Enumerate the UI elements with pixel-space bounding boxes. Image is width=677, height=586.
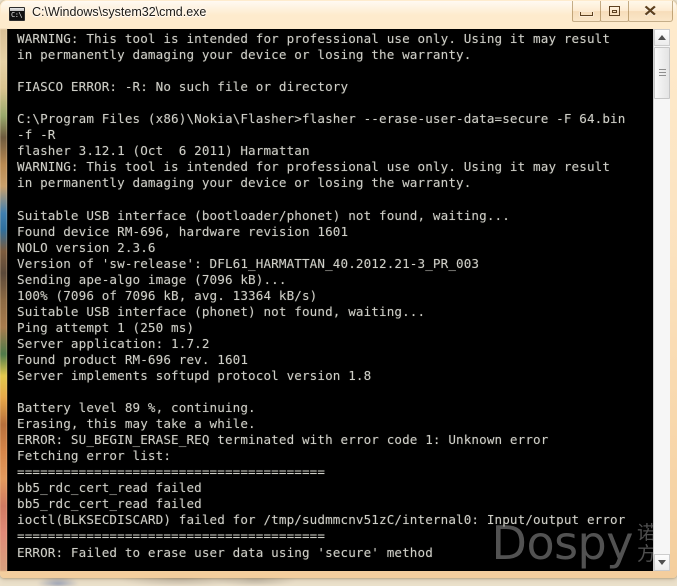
scrollbar-track[interactable]: [654, 46, 670, 554]
minimize-button[interactable]: [572, 1, 601, 22]
cmd-exe-icon: C:\: [9, 7, 25, 21]
scrollbar-down-button[interactable]: [654, 554, 670, 571]
scrollbar-grip-icon: [659, 69, 666, 76]
title-bar[interactable]: C:\ C:\Windows\system32\cmd.exe ✕: [0, 0, 677, 28]
icon-prompt-text: C:\: [11, 11, 23, 19]
maximize-icon: [601, 1, 628, 21]
window-left-edge-reflection: [0, 29, 7, 571]
maximize-button[interactable]: [600, 1, 629, 22]
console-client-area[interactable]: WARNING: This tool is intended for profe…: [7, 29, 670, 571]
close-icon: ✕: [643, 2, 658, 20]
console-output: WARNING: This tool is intended for profe…: [17, 31, 626, 560]
console-scrollbar[interactable]: [653, 29, 670, 571]
cmd-window: C:\ C:\Windows\system32\cmd.exe ✕ WARNIN…: [0, 0, 677, 578]
scrollbar-thumb[interactable]: [654, 47, 670, 99]
caption-button-group: ✕: [572, 1, 673, 22]
window-title: C:\Windows\system32\cmd.exe: [32, 5, 207, 19]
close-button[interactable]: ✕: [628, 1, 673, 22]
chevron-up-icon: [658, 35, 666, 40]
scrollbar-up-button[interactable]: [654, 29, 670, 46]
minimize-icon: [573, 1, 600, 21]
chevron-down-icon: [658, 560, 666, 565]
